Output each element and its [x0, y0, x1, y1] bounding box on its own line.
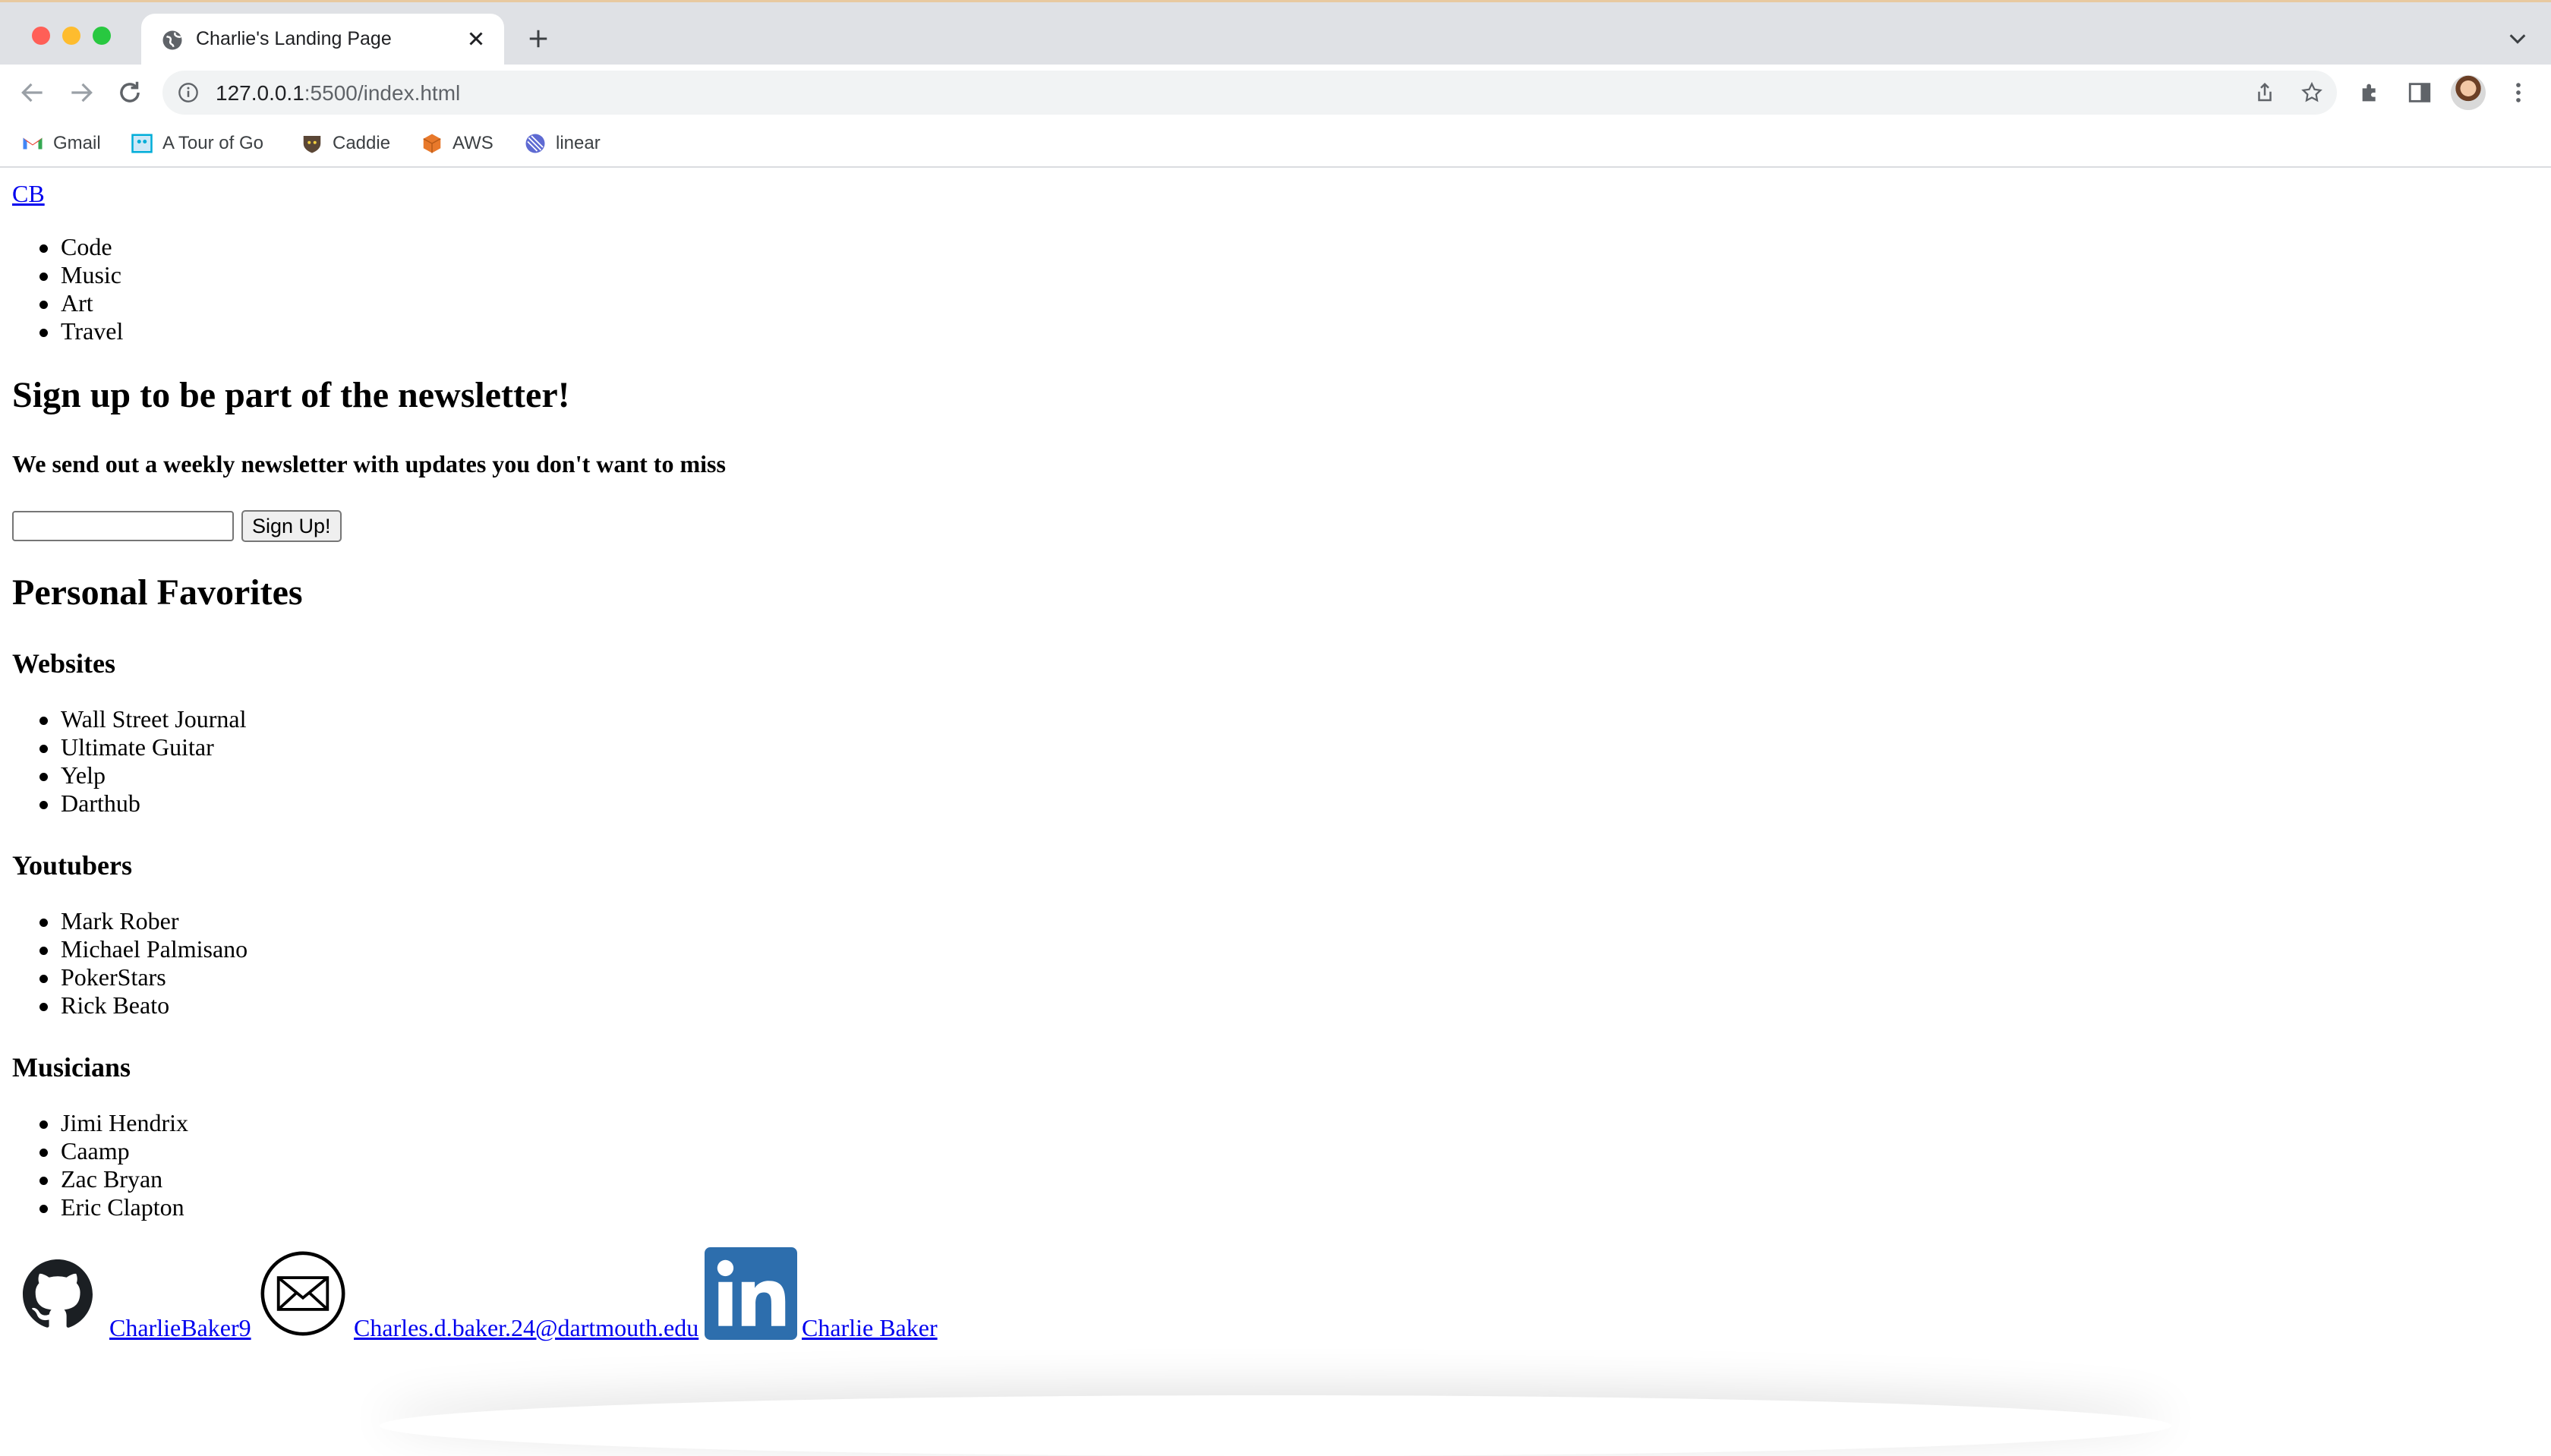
- github-icon[interactable]: [21, 1258, 94, 1331]
- nav-item-travel: Travel: [0, 317, 123, 345]
- websites-heading: Websites: [12, 648, 116, 679]
- bookmark-linear[interactable]: linear: [524, 128, 601, 159]
- youtubers-list: Mark Rober Michael Palmisano PokerStars …: [0, 907, 248, 1020]
- browser-tab-strip: Charlie's Landing Page: [0, 0, 2551, 67]
- side-panel-icon[interactable]: [2407, 80, 2433, 106]
- close-tab-icon[interactable]: [465, 27, 487, 50]
- bookmark-label: AWS: [452, 133, 493, 153]
- site-info-icon[interactable]: [178, 82, 199, 103]
- bookmark-label: Gmail: [53, 133, 101, 153]
- newsletter-email-input[interactable]: [12, 511, 234, 541]
- profile-avatar[interactable]: [2451, 75, 2486, 110]
- nav-item-music: Music: [0, 261, 123, 289]
- musicians-list: Jimi Hendrix Caamp Zac Bryan Eric Clapto…: [0, 1109, 188, 1221]
- bookmark-caddie[interactable]: Caddie: [301, 128, 390, 159]
- url-path: :5500/index.html: [304, 81, 461, 105]
- reload-icon[interactable]: [115, 78, 144, 107]
- page-content: CB Code Music Art Travel Sign up to be p…: [0, 168, 2551, 1426]
- nav-item-code: Code: [0, 233, 123, 261]
- list-item: Eric Clapton: [0, 1193, 188, 1221]
- address-bar[interactable]: 127.0.0.1:5500/index.html: [162, 71, 2337, 115]
- newsletter-subheading: We send out a weekly newsletter with upd…: [12, 450, 726, 477]
- new-tab-icon[interactable]: [527, 27, 550, 50]
- list-item: Caamp: [0, 1137, 188, 1165]
- browser-tab-active[interactable]: Charlie's Landing Page: [141, 14, 504, 67]
- nav-item-art: Art: [0, 289, 123, 317]
- bookmark-label: linear: [556, 133, 601, 153]
- list-item: Ultimate Guitar: [0, 733, 246, 761]
- tab-title: Charlie's Landing Page: [196, 28, 392, 49]
- linkedin-link[interactable]: Charlie Baker: [802, 1314, 938, 1342]
- share-icon[interactable]: [2253, 81, 2276, 104]
- window-bottom-shadow: [380, 1395, 2171, 1456]
- bookmark-star-icon[interactable]: [2300, 81, 2323, 104]
- browser-toolbar: 127.0.0.1:5500/index.html: [0, 65, 2551, 121]
- url-text: 127.0.0.1:5500/index.html: [216, 81, 460, 106]
- more-menu-icon[interactable]: [2505, 80, 2531, 106]
- extensions-puzzle-icon[interactable]: [2358, 80, 2384, 106]
- favorites-heading: Personal Favorites: [12, 572, 303, 613]
- go-icon: [131, 134, 153, 153]
- maximize-window-button[interactable]: [93, 27, 111, 45]
- bookmark-label: A Tour of Go: [162, 133, 263, 153]
- caddie-icon: [303, 136, 321, 153]
- list-item: Mark Rober: [0, 907, 248, 935]
- forward-arrow-icon[interactable]: [67, 78, 96, 107]
- list-item: Michael Palmisano: [0, 935, 248, 963]
- newsletter-heading: Sign up to be part of the newsletter!: [12, 375, 570, 415]
- aws-icon: [423, 134, 441, 153]
- youtubers-heading: Youtubers: [12, 850, 133, 881]
- back-arrow-icon[interactable]: [18, 78, 47, 107]
- gmail-icon: [23, 137, 43, 150]
- nav-list: Code Music Art Travel: [0, 233, 123, 345]
- tab-search-chevron-icon[interactable]: [2507, 30, 2528, 48]
- list-item: Darthub: [0, 789, 246, 818]
- websites-list: Wall Street Journal Ultimate Guitar Yelp…: [0, 705, 246, 818]
- home-logo-link[interactable]: CB: [12, 180, 45, 208]
- musicians-heading: Musicians: [12, 1052, 131, 1083]
- bookmark-gmail[interactable]: Gmail: [21, 128, 101, 159]
- email-link[interactable]: Charles.d.baker.24@dartmouth.edu: [354, 1314, 698, 1342]
- linkedin-icon[interactable]: [705, 1247, 797, 1340]
- list-item: Wall Street Journal: [0, 705, 246, 733]
- minimize-window-button[interactable]: [62, 27, 80, 45]
- email-envelope-icon[interactable]: [260, 1250, 346, 1337]
- sign-up-button[interactable]: Sign Up!: [241, 510, 342, 542]
- list-item: Rick Beato: [0, 991, 248, 1020]
- bookmark-a-tour-of-go[interactable]: A Tour of Go: [131, 128, 263, 159]
- globe-icon: [162, 30, 182, 50]
- list-item: Zac Bryan: [0, 1165, 188, 1193]
- linear-icon: [525, 134, 545, 153]
- list-item: PokerStars: [0, 963, 248, 991]
- close-window-button[interactable]: [32, 27, 50, 45]
- bookmark-label: Caddie: [333, 133, 391, 153]
- url-host: 127.0.0.1: [216, 81, 304, 105]
- list-item: Yelp: [0, 761, 246, 789]
- github-link[interactable]: CharlieBaker9: [109, 1314, 251, 1342]
- list-item: Jimi Hendrix: [0, 1109, 188, 1137]
- bookmark-aws[interactable]: AWS: [421, 128, 493, 159]
- bookmarks-bar: Gmail A Tour of Go Caddie AWS linear: [0, 121, 2551, 168]
